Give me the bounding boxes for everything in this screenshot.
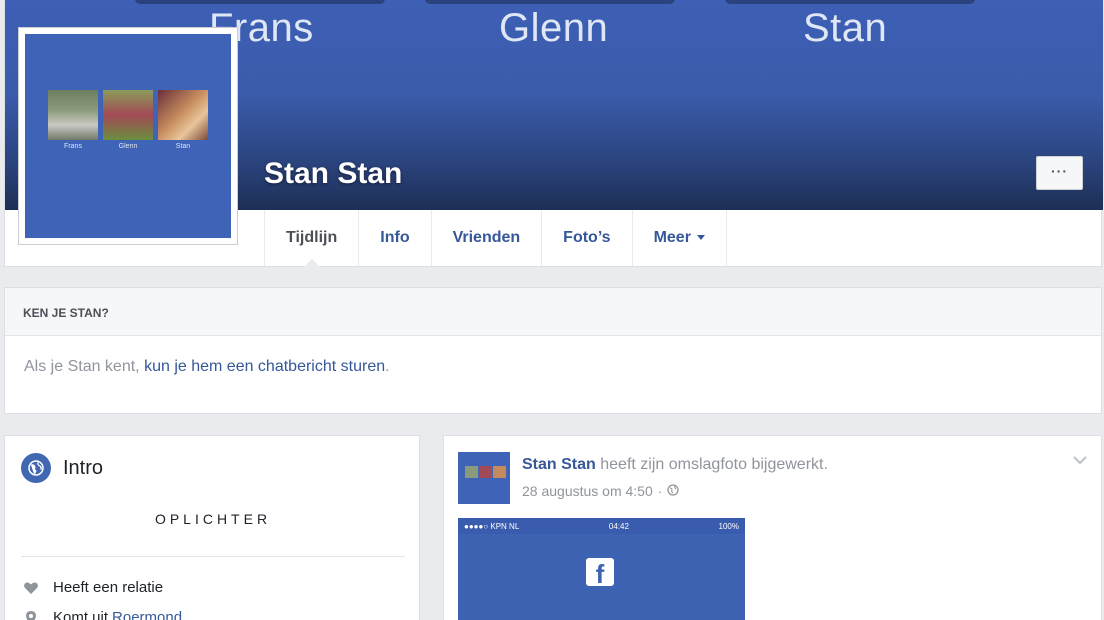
cover-name: Stan bbox=[803, 6, 888, 50]
avatar-thumb-label: Frans bbox=[64, 143, 82, 150]
intro-header: Intro bbox=[21, 453, 103, 483]
post-cover-photo[interactable]: ●●●●○ KPN NL 04:42 100% f bbox=[458, 518, 745, 620]
post-author-avatar[interactable] bbox=[458, 452, 510, 504]
heart-icon bbox=[23, 580, 39, 596]
know-text-prefix: Als je Stan kent, bbox=[24, 358, 140, 375]
know-heading: KEN JE STAN? bbox=[5, 288, 1101, 336]
from-prefix: Komt uit bbox=[53, 609, 109, 620]
tab-label: Info bbox=[380, 229, 410, 246]
post-timestamp[interactable]: 28 augustus om 4:50 bbox=[522, 483, 653, 499]
avatar-thumb-photo bbox=[103, 90, 153, 140]
status-carrier: ●●●●○ KPN NL bbox=[464, 521, 520, 531]
globe-icon bbox=[21, 453, 51, 483]
avatar-mini-photo bbox=[465, 466, 478, 478]
tab-label: Vrienden bbox=[452, 229, 521, 246]
know-person-box: KEN JE STAN? Als je Stan kent, kun je he… bbox=[4, 287, 1102, 414]
intro-card: Intro OPLICHTER Heeft een relatie Komt u… bbox=[4, 435, 420, 620]
avatar-thumb-photo bbox=[158, 90, 208, 140]
intro-relationship: Heeft een relatie bbox=[23, 579, 163, 596]
tab-vrienden[interactable]: Vrienden bbox=[430, 210, 542, 266]
phone-status-bar: ●●●●○ KPN NL 04:42 100% bbox=[458, 518, 745, 534]
avatar-mini-photo bbox=[479, 466, 492, 478]
post-meta: 28 augustus om 4:50 · bbox=[522, 483, 680, 499]
intro-from: Komt uit Roermond bbox=[23, 609, 182, 620]
timeline-post: Stan Stan heeft zijn omslagfoto bijgewer… bbox=[443, 435, 1102, 620]
know-text: Als je Stan kent, kun je hem een chatber… bbox=[5, 336, 1101, 398]
tab-label: Meer bbox=[653, 229, 691, 246]
tab-fotos[interactable]: Foto’s bbox=[541, 210, 631, 266]
post-options-chevron-icon[interactable] bbox=[1073, 452, 1087, 470]
profile-tabs: Tijdlijn Info Vrienden Foto’s Meer bbox=[264, 210, 727, 267]
intro-bio: OPLICHTER bbox=[154, 511, 272, 527]
avatar-thumb-photo bbox=[48, 90, 98, 140]
caret-down-icon bbox=[696, 235, 705, 240]
divider bbox=[21, 556, 405, 557]
profile-name[interactable]: Stan Stan bbox=[264, 157, 402, 191]
avatar-thumb-label: Glenn bbox=[118, 143, 138, 150]
post-header: Stan Stan heeft zijn omslagfoto bijgewer… bbox=[522, 456, 828, 474]
tab-info[interactable]: Info bbox=[358, 210, 430, 266]
post-action: heeft zijn omslagfoto bijgewerkt. bbox=[600, 456, 828, 473]
meta-separator: · bbox=[657, 483, 663, 499]
intro-title: Intro bbox=[63, 456, 104, 479]
facebook-logo-icon: f bbox=[586, 558, 614, 589]
know-text-suffix: . bbox=[385, 358, 390, 375]
tab-tijdlijn[interactable]: Tijdlijn bbox=[264, 210, 358, 267]
relationship-text: Heeft een relatie bbox=[53, 579, 164, 596]
profile-picture-image: Frans Glenn Stan bbox=[25, 34, 231, 238]
tab-label: Foto’s bbox=[563, 229, 611, 246]
cover-streak bbox=[135, 0, 385, 4]
cover-streak bbox=[425, 0, 675, 4]
cover-name: Glenn bbox=[499, 6, 609, 50]
status-time: 04:42 bbox=[608, 521, 629, 531]
tab-label: Tijdlijn bbox=[286, 229, 338, 246]
hometown-link[interactable]: Roermond bbox=[112, 609, 182, 620]
tab-meer[interactable]: Meer bbox=[631, 210, 727, 266]
public-globe-icon[interactable] bbox=[667, 483, 680, 499]
more-options-button[interactable]: ··· bbox=[1036, 156, 1083, 190]
profile-picture[interactable]: Frans Glenn Stan bbox=[18, 27, 238, 245]
send-message-link[interactable]: kun je hem een chatbericht sturen bbox=[144, 358, 385, 375]
status-battery: 100% bbox=[718, 521, 739, 531]
avatar-mini-photo bbox=[493, 466, 506, 478]
post-author-link[interactable]: Stan Stan bbox=[522, 456, 596, 473]
cover-streak bbox=[725, 0, 975, 4]
location-pin-icon bbox=[23, 610, 39, 620]
avatar-thumb-label: Stan bbox=[175, 143, 191, 150]
